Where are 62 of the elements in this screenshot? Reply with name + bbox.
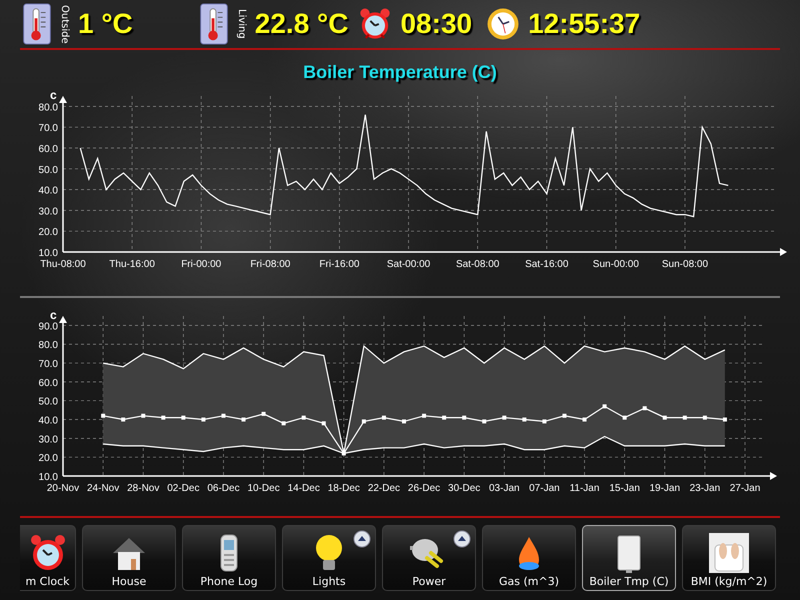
nav-tile[interactable]: Gas (m^3) [482,525,576,591]
y-tick-label: 80.0 [38,102,58,114]
y-tick-label: 60.0 [38,378,58,389]
reading-value: 12:55:37 [528,8,640,40]
reading-label: Living [234,9,247,39]
x-tick-label: 03-Jan [489,483,520,494]
y-axis-label: c [50,308,57,322]
x-tick-label: Sat-00:00 [386,259,430,270]
y-axis-label: c [50,88,57,102]
y-tick-label: 50.0 [38,396,58,408]
nav-tile[interactable]: m Clock [20,525,76,591]
nav-tile[interactable]: BMI (kg/m^2) [682,525,776,591]
y-tick-label: 20.0 [38,453,58,464]
nav-tile[interactable]: Boiler Tmp (C) [582,525,676,591]
reading-label: Outside [58,4,70,44]
x-tick-label: 07-Jan [529,483,560,494]
x-tick-label: 06-Dec [207,483,240,494]
nav-tile[interactable]: Lights [282,525,376,591]
x-tick-label: 23-Jan [690,483,720,494]
nav-tile[interactable]: Power [382,525,476,591]
y-tick-label: 40.0 [38,186,58,197]
x-tick-label: Thu-16:00 [109,259,155,270]
x-tick-label: Sat-08:00 [456,259,500,270]
y-tick-label: 90.0 [38,321,58,332]
y-tick-label: 80.0 [38,340,58,352]
x-tick-label: 19-Jan [649,483,680,494]
nav-tile[interactable]: House [82,525,176,591]
x-tick-label: 20-Nov [46,483,80,494]
x-tick-label: Fri-00:00 [181,259,222,270]
x-tick-label: 24-Nov [87,483,120,494]
y-tick-label: 20.0 [38,227,58,238]
y-tick-label: 40.0 [38,416,58,427]
x-tick-label: 02-Dec [167,483,200,494]
x-tick-label: 11-Jan [570,483,600,494]
x-tick-label: 15-Jan [609,483,640,494]
nav-tile[interactable]: Phone Log [182,525,276,591]
y-tick-label: 30.0 [38,434,58,446]
x-tick-label: 30-Dec [448,483,480,494]
y-tick-label: 70.0 [38,359,58,370]
x-tick-label: 10-Dec [247,483,280,494]
y-tick-label: 30.0 [38,206,58,218]
x-tick-label: 27-Jan [730,483,760,494]
y-tick-label: 10.0 [38,472,58,483]
reading-value: 22.8 °C [254,8,348,40]
chart-title: Boiler Temperature (C) [302,62,498,84]
x-tick-label: Thu-08:00 [40,259,86,270]
x-tick-label: 18-Dec [328,483,360,494]
x-tick-label: 22-Dec [368,483,400,494]
y-tick-label: 50.0 [38,164,58,176]
x-tick-label: 14-Dec [288,483,320,494]
x-tick-label: Sat-16:00 [525,259,568,270]
x-tick-label: Fri-16:00 [319,259,360,270]
reading-value: 1 °C [78,8,133,40]
y-tick-label: 70.0 [38,123,58,134]
y-tick-label: 60.0 [38,144,58,155]
x-tick-label: Fri-08:00 [250,259,290,270]
x-tick-label: 26-Dec [408,483,440,494]
reading-value: 08:30 [400,8,472,40]
x-tick-label: 28-Nov [127,483,160,494]
y-tick-label: 10.0 [38,248,58,259]
x-tick-label: Sun-08:00 [662,259,708,270]
x-tick-label: Sun-00:00 [592,259,639,270]
